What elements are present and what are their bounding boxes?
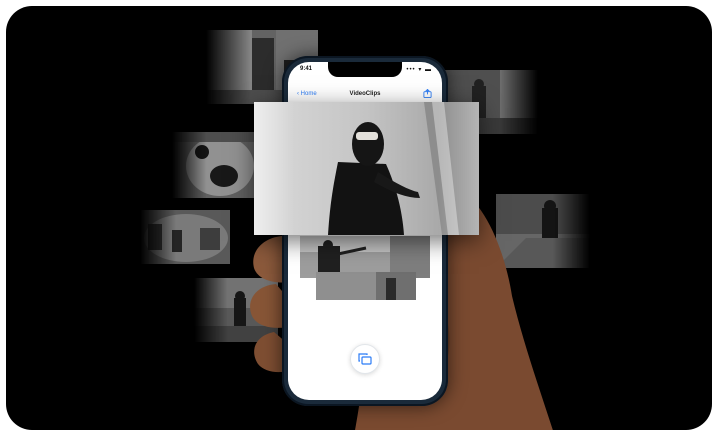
promo-canvas: 9:41 ••• ▾ ▬ ‹ Home VideoClips bbox=[6, 6, 712, 430]
clip-card-hallway[interactable] bbox=[316, 272, 416, 300]
share-icon[interactable] bbox=[423, 89, 432, 98]
status-icons: ••• ▾ ▬ bbox=[406, 67, 432, 73]
phone-notch bbox=[328, 62, 402, 77]
hero-clip-masked-intruder bbox=[254, 102, 479, 235]
status-time: 9:41 bbox=[300, 66, 313, 72]
multi-view-icon bbox=[358, 353, 372, 365]
multi-view-button[interactable] bbox=[350, 344, 380, 374]
screen-title: VideoClips bbox=[349, 91, 381, 97]
thumbnail-fisheye-room bbox=[140, 210, 230, 264]
